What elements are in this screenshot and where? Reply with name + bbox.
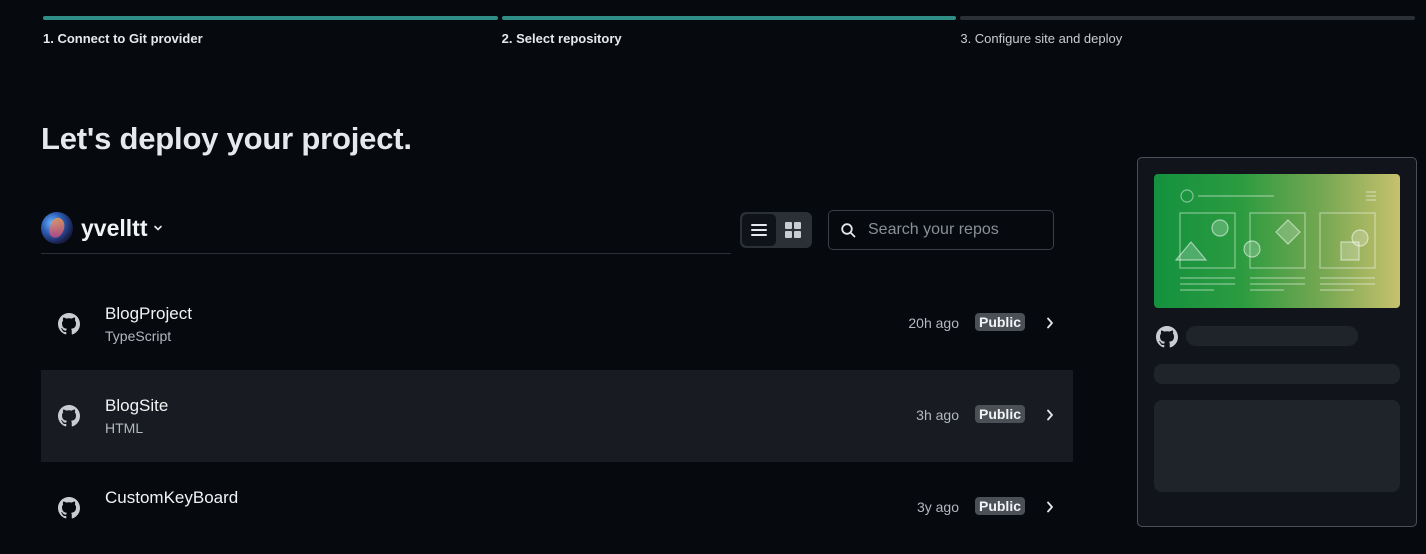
repository-list: BlogProject TypeScript 20h ago Public Bl… [41, 278, 1073, 554]
account-selector[interactable]: yvelltt [41, 212, 163, 244]
skeleton-block [1154, 400, 1400, 492]
github-icon [58, 497, 80, 519]
repo-name: CustomKeyBoard [105, 488, 239, 507]
grid-icon [785, 222, 801, 238]
view-toggle [740, 212, 812, 248]
repo-updated: 20h ago [908, 315, 959, 331]
progress-steps: 1. Connect to Git provider 2. Select rep… [43, 16, 1416, 46]
step-bar [960, 16, 1416, 20]
repo-row[interactable]: BlogProject TypeScript 20h ago Public [41, 278, 1073, 370]
step-label: 1. Connect to Git provider [43, 31, 203, 46]
chevron-right-icon [1047, 317, 1053, 329]
search-box [828, 210, 1054, 250]
grid-view-button[interactable] [776, 214, 810, 246]
repo-updated: 3y ago [916, 499, 959, 515]
repo-language: TypeScript [105, 328, 172, 344]
step-configure-deploy: 3. Configure site and deploy [960, 16, 1416, 46]
chevron-right-icon [1047, 409, 1053, 421]
repo-row[interactable]: CustomKeyBoard 3y ago Public [41, 462, 1073, 554]
divider [41, 253, 731, 254]
repo-name: BlogSite [105, 396, 169, 415]
chevron-down-icon [154, 225, 163, 231]
search-icon [841, 222, 856, 237]
repo-updated: 3h ago [916, 407, 959, 423]
skeleton-line [1154, 364, 1400, 384]
page-title: Let's deploy your project. [41, 121, 412, 156]
step-bar [501, 16, 957, 20]
avatar [41, 212, 73, 244]
list-view-button[interactable] [742, 214, 776, 246]
step-label: 2. Select repository [501, 31, 622, 46]
site-preview-card [1137, 157, 1417, 527]
github-icon [58, 405, 80, 427]
visibility-badge: Public [974, 405, 1025, 423]
step-bar [43, 16, 498, 20]
visibility-badge: Public [974, 313, 1025, 331]
list-icon [751, 224, 767, 236]
repo-row[interactable]: BlogSite HTML 3h ago Public [41, 370, 1073, 462]
step-label: 3. Configure site and deploy [960, 31, 1123, 46]
visibility-badge: Public [974, 497, 1025, 515]
preview-illustration [1154, 174, 1400, 308]
search-input[interactable] [866, 220, 1050, 240]
repo-language: HTML [105, 420, 144, 436]
step-connect-git: 1. Connect to Git provider [43, 16, 498, 46]
step-select-repository: 2. Select repository [501, 16, 957, 46]
repo-name: BlogProject [105, 304, 192, 323]
account-name: yvelltt [81, 214, 148, 241]
github-icon [1156, 326, 1178, 348]
skeleton-title [1186, 326, 1358, 346]
chevron-right-icon [1047, 501, 1053, 513]
github-icon [58, 313, 80, 335]
illustration-graphic [1174, 189, 1376, 291]
